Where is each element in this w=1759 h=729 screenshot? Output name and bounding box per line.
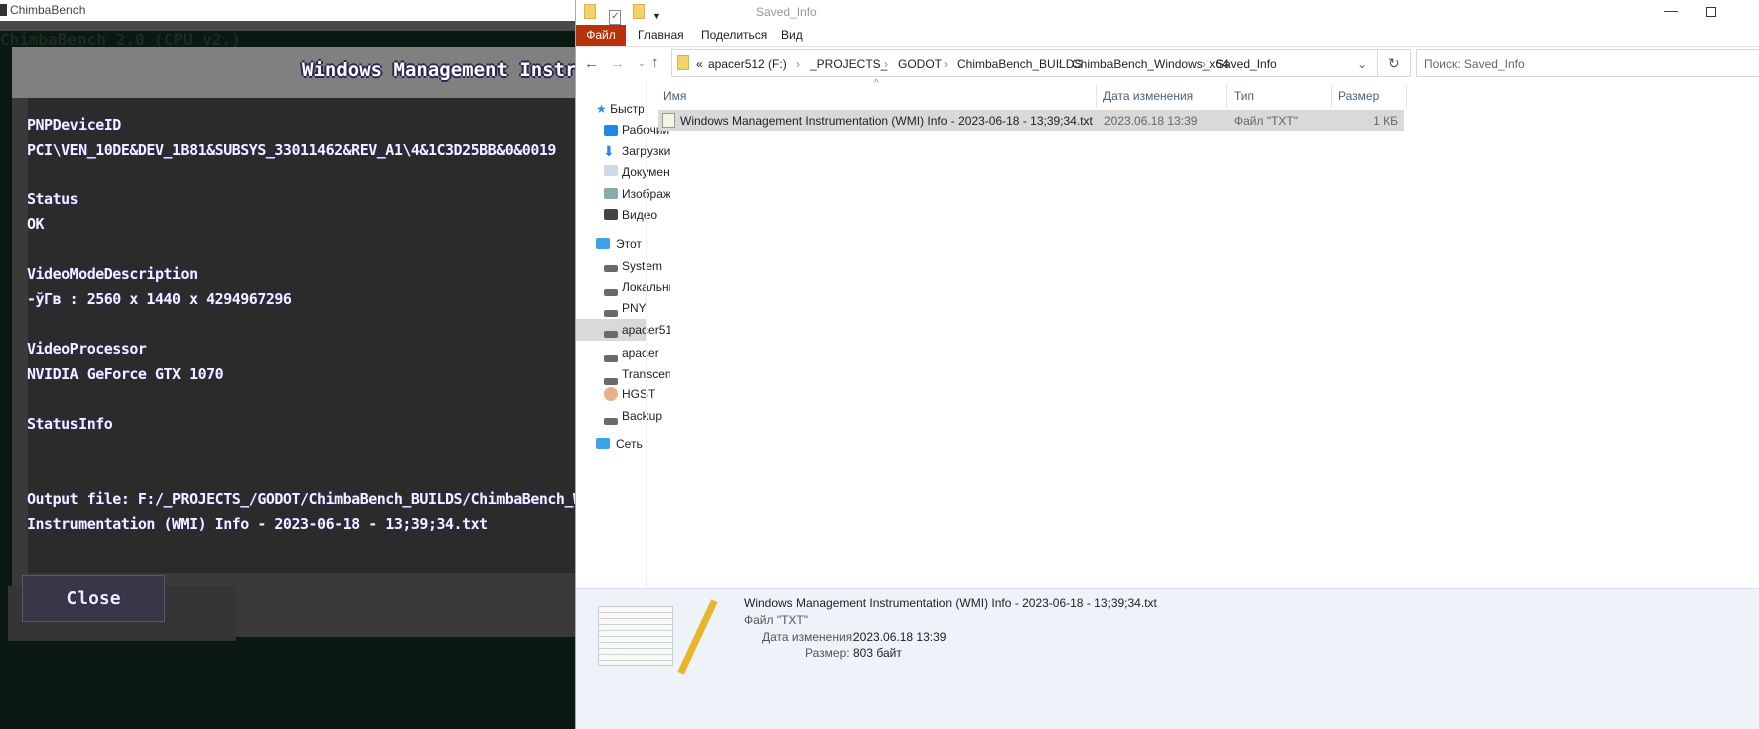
quick-access-toolbar: ✓ ▼ (584, 4, 661, 25)
folder-icon[interactable] (584, 4, 596, 19)
address-dropdown-icon[interactable]: ⌄ (1357, 57, 1367, 71)
forward-button[interactable]: → (610, 55, 625, 72)
wmi-info-dialog: Windows Management Instrumentation (WMI)… (12, 47, 575, 637)
game-title-bar: ChimbaBench (0, 0, 575, 21)
customize-dropdown-icon[interactable]: ▼ (652, 11, 661, 21)
pencil-icon (677, 599, 718, 675)
window-title: Saved_Info (756, 5, 817, 19)
details-size-label: Размер: (805, 646, 850, 660)
breadcrumb-item[interactable]: _PROJECTS_ (810, 57, 887, 71)
address-bar[interactable]: « apacer512 (F:) › _PROJECTS_ › GODOT › … (671, 49, 1411, 77)
game-window: ChimbaBench ChimbaBench 2.0 (CPU v2.) Wi… (0, 0, 575, 729)
breadcrumb-item[interactable]: apacer512 (F:) (708, 57, 787, 71)
column-header-size[interactable]: Размер (1338, 89, 1379, 103)
details-pane: Windows Management Instrumentation (WMI)… (576, 588, 1759, 729)
column-header-date[interactable]: Дата изменения (1103, 89, 1193, 103)
column-header-type[interactable]: Тип (1234, 89, 1254, 103)
file-name: Windows Management Instrumentation (WMI)… (680, 114, 1093, 128)
minimize-button[interactable]: — (1664, 2, 1678, 18)
info-line: StatusInfo (27, 415, 113, 433)
info-line: NVIDIA GeForce GTX 1070 (27, 365, 224, 383)
info-line: PNPDeviceID (27, 116, 121, 134)
details-date-label: Дата изменения: (762, 630, 856, 644)
column-header-name[interactable]: Имя (663, 89, 686, 103)
recent-dropdown-icon[interactable]: ⌄ (638, 58, 646, 69)
refresh-button[interactable]: ↻ (1388, 55, 1400, 72)
window-title: ChimbaBench (10, 3, 86, 17)
file-row[interactable]: Windows Management Instrumentation (WMI)… (658, 110, 1404, 131)
dialog-title: Windows Management Instrumentation (WMI)… (302, 59, 575, 81)
back-button[interactable]: ← (584, 55, 599, 72)
dialog-header: Windows Management Instrumentation (WMI)… (12, 47, 575, 98)
text-file-large-icon (598, 606, 673, 666)
search-input[interactable]: Поиск: Saved_Info (1416, 49, 1759, 77)
details-date: 2023.06.18 13:39 (853, 630, 947, 644)
up-button[interactable]: ↑ (651, 54, 659, 71)
info-line: VideoProcessor (27, 340, 147, 358)
text-file-icon (662, 113, 675, 128)
properties-icon[interactable]: ✓ (609, 10, 622, 25)
info-line: OK (27, 215, 45, 233)
info-line: PCI\VEN_10DE&DEV_1B81&SUBSYS_33011462&RE… (27, 141, 556, 159)
folder-icon (677, 55, 689, 70)
maximize-button[interactable] (1706, 7, 1716, 17)
output-file-line: Output file: F:/_PROJECTS_/GODOT/ChimbaB… (27, 490, 575, 508)
info-line: VideoModeDescription (27, 265, 198, 283)
dialog-text-area[interactable]: PNPDeviceID PCI\VEN_10DE&DEV_1B81&SUBSYS… (27, 98, 575, 573)
info-line: Status (27, 190, 79, 208)
nav-item-this-pc[interactable]: Этот компьютер (616, 233, 646, 255)
new-folder-icon[interactable] (632, 4, 645, 19)
tab-home[interactable]: Главная (638, 25, 684, 46)
file-explorer-window: ✓ ▼ Saved_Info — Файл Главная Поделиться… (575, 0, 1759, 729)
details-file-type: Файл "TXT" (744, 613, 809, 627)
breadcrumb-item[interactable]: GODOT (898, 57, 942, 71)
sort-indicator-icon: ^ (874, 78, 879, 89)
nav-item-quick-access[interactable]: Быстрый доступ (610, 102, 644, 116)
tab-share[interactable]: Поделиться (701, 25, 767, 46)
details-file-name: Windows Management Instrumentation (WMI)… (744, 596, 1157, 610)
nav-item-network[interactable]: Сеть (616, 433, 664, 455)
output-file-line: Instrumentation (WMI) Info - 2023-06-18 … (27, 515, 488, 533)
breadcrumb-item[interactable]: Saved_Info (1216, 57, 1277, 71)
star-icon: ★ (596, 102, 607, 116)
details-size: 803 байт (853, 646, 902, 660)
info-line: -ўГв : 2560 x 1440 x 4294967296 (27, 290, 292, 308)
file-type: Файл "TXT" (1234, 114, 1299, 128)
download-icon: ⬇ (603, 143, 615, 159)
breadcrumb-item[interactable]: ChimbaBench_BUILDS (957, 57, 1082, 71)
file-date: 2023.06.18 13:39 (1104, 114, 1198, 128)
tab-view[interactable]: Вид (781, 25, 803, 46)
tab-file[interactable]: Файл (576, 25, 626, 46)
file-size: 1 КБ (1373, 114, 1398, 128)
close-button[interactable]: Close (22, 575, 165, 622)
app-icon (0, 4, 7, 16)
breadcrumb-overflow[interactable]: « (696, 57, 703, 71)
ribbon-divider (576, 46, 1759, 47)
